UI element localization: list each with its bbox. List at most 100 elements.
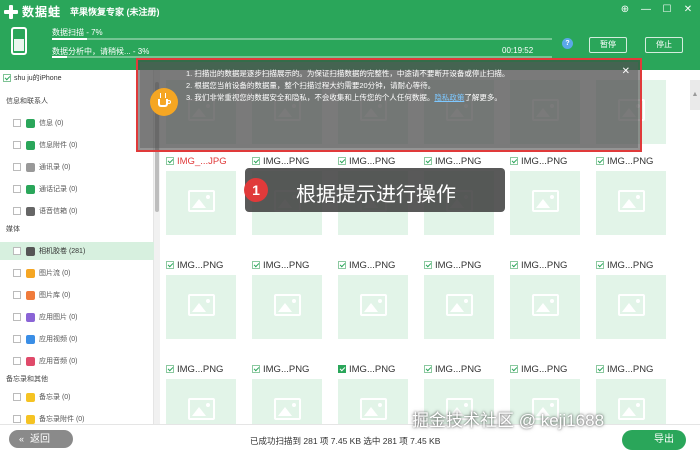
photo-checkbox[interactable] bbox=[596, 261, 604, 269]
photo-thumbnail[interactable] bbox=[596, 379, 666, 424]
minimize-icon[interactable]: — bbox=[640, 4, 652, 16]
sidebar-item-checkbox[interactable] bbox=[13, 119, 21, 127]
sidebar-item-checkbox[interactable] bbox=[13, 393, 21, 401]
help-icon[interactable]: ? bbox=[562, 38, 573, 49]
photo-checkbox[interactable] bbox=[510, 261, 518, 269]
photo-checkbox[interactable] bbox=[338, 261, 346, 269]
feedback-icon[interactable]: ⊕ bbox=[619, 4, 631, 16]
photo-checkbox[interactable] bbox=[338, 365, 346, 373]
back-button[interactable]: « 返回 bbox=[9, 430, 73, 448]
device-name: shu ju的iPhone bbox=[14, 75, 62, 82]
photo-checkbox[interactable] bbox=[510, 157, 518, 165]
photo-thumbnail[interactable] bbox=[166, 379, 236, 424]
privacy-policy-link[interactable]: 隐私政策 bbox=[434, 93, 464, 102]
sidebar-item-checkbox[interactable] bbox=[13, 335, 21, 343]
sidebar-item[interactable]: 图片库 (0) bbox=[0, 286, 154, 304]
photo-filename[interactable]: IMG...PNG bbox=[596, 155, 653, 167]
photo-thumbnail[interactable] bbox=[338, 275, 408, 339]
image-icon bbox=[188, 294, 215, 316]
photo-checkbox[interactable] bbox=[424, 157, 432, 165]
sidebar-item-checkbox[interactable] bbox=[13, 313, 21, 321]
sidebar-item[interactable]: 语音信箱 (0) bbox=[0, 202, 154, 220]
photo-filename[interactable]: IMG...PNG bbox=[510, 363, 567, 375]
sidebar-item-checkbox[interactable] bbox=[13, 269, 21, 277]
sidebar-item[interactable]: 应用音频 (0) bbox=[0, 352, 154, 370]
image-icon bbox=[188, 398, 215, 420]
photo-filename[interactable]: IMG...PNG bbox=[510, 155, 567, 167]
scan-progress-bar bbox=[52, 38, 552, 40]
photo-thumbnail[interactable] bbox=[166, 275, 236, 339]
app-name: 数据蛙 bbox=[22, 5, 62, 19]
photo-thumbnail[interactable] bbox=[596, 275, 666, 339]
photo-thumbnail[interactable] bbox=[424, 275, 494, 339]
photo-filename[interactable]: IMG...PNG bbox=[252, 363, 309, 375]
photo-thumbnail[interactable] bbox=[338, 379, 408, 424]
photo-checkbox[interactable] bbox=[252, 261, 260, 269]
photo-filename[interactable]: IMG_...JPG bbox=[166, 155, 227, 167]
scan-progress-label: 数据扫描 - 7% bbox=[52, 28, 103, 37]
photo-filename[interactable]: IMG...PNG bbox=[252, 155, 309, 167]
sidebar-item[interactable]: 应用视频 (0) bbox=[0, 330, 154, 348]
photo-filename[interactable]: IMG...PNG bbox=[338, 363, 395, 375]
photo-checkbox[interactable] bbox=[166, 365, 174, 373]
sidebar-item[interactable]: 备忘录 (0) bbox=[0, 388, 154, 406]
photo-checkbox[interactable] bbox=[596, 157, 604, 165]
photo-thumbnail[interactable] bbox=[596, 171, 666, 235]
analysis-progress-fill bbox=[52, 56, 67, 58]
photo-thumbnail[interactable] bbox=[252, 275, 322, 339]
sidebar-item[interactable]: 图片流 (0) bbox=[0, 264, 154, 282]
close-icon[interactable]: ✕ bbox=[682, 4, 694, 16]
photo-filename[interactable]: IMG...PNG bbox=[166, 259, 223, 271]
photo-thumbnail[interactable] bbox=[510, 275, 580, 339]
photo-filename[interactable]: IMG...PNG bbox=[596, 363, 653, 375]
sidebar-item-checkbox[interactable] bbox=[13, 207, 21, 215]
photo-filename[interactable]: IMG...PNG bbox=[338, 259, 395, 271]
sidebar-item-checkbox[interactable] bbox=[13, 185, 21, 193]
sidebar-item[interactable]: 应用图片 (0) bbox=[0, 308, 154, 326]
photo-filename[interactable]: IMG...PNG bbox=[166, 363, 223, 375]
photo-filename[interactable]: IMG...PNG bbox=[424, 259, 481, 271]
photo-checkbox[interactable] bbox=[338, 157, 346, 165]
photo-filename[interactable]: IMG...PNG bbox=[252, 259, 309, 271]
photo-checkbox[interactable] bbox=[510, 365, 518, 373]
sidebar-item-checkbox[interactable] bbox=[13, 291, 21, 299]
photo-thumbnail[interactable] bbox=[510, 171, 580, 235]
sidebar-item[interactable]: 相机胶卷 (281) bbox=[0, 242, 154, 260]
sidebar: shu ju的iPhone 信息和联系人 信息 (0) 信息附件 (0) 通讯录 (… bbox=[0, 70, 154, 424]
device-checkbox[interactable] bbox=[3, 74, 11, 82]
pause-button[interactable]: 暂停 bbox=[589, 37, 627, 53]
sidebar-item-checkbox[interactable] bbox=[13, 415, 21, 423]
sidebar-item-checkbox[interactable] bbox=[13, 163, 21, 171]
back-chevron-icon: « bbox=[19, 434, 25, 444]
sidebar-item[interactable]: 通话记录 (0) bbox=[0, 180, 154, 198]
photo-thumbnail[interactable] bbox=[252, 379, 322, 424]
sidebar-item-checkbox[interactable] bbox=[13, 141, 21, 149]
photo-checkbox[interactable] bbox=[596, 365, 604, 373]
photo-thumbnail[interactable] bbox=[166, 171, 236, 235]
photo-checkbox[interactable] bbox=[252, 157, 260, 165]
stop-button[interactable]: 停止 bbox=[645, 37, 683, 53]
photo-filename[interactable]: IMG...PNG bbox=[338, 155, 395, 167]
sidebar-item[interactable]: 通讯录 (0) bbox=[0, 158, 154, 176]
photo-filename[interactable]: IMG...PNG bbox=[596, 259, 653, 271]
photo-filename-label: IMG...PNG bbox=[607, 259, 654, 271]
photo-checkbox[interactable] bbox=[166, 157, 174, 165]
export-button[interactable]: 导出 bbox=[622, 430, 686, 450]
sidebar-item[interactable]: 信息 (0) bbox=[0, 114, 154, 132]
sidebar-item-checkbox[interactable] bbox=[13, 247, 21, 255]
device-row[interactable]: shu ju的iPhone bbox=[3, 73, 61, 83]
sidebar-item-checkbox[interactable] bbox=[13, 357, 21, 365]
sidebar-item-label: 语音信箱 (0) bbox=[39, 208, 78, 215]
scroll-top-button[interactable]: ▲ bbox=[690, 80, 700, 110]
photo-checkbox[interactable] bbox=[166, 261, 174, 269]
image-icon bbox=[618, 398, 645, 420]
photo-filename[interactable]: IMG...PNG bbox=[424, 155, 481, 167]
maximize-icon[interactable]: ☐ bbox=[661, 4, 673, 16]
photo-checkbox[interactable] bbox=[252, 365, 260, 373]
photo-checkbox[interactable] bbox=[424, 365, 432, 373]
photo-filename[interactable]: IMG...PNG bbox=[424, 363, 481, 375]
photo-filename[interactable]: IMG...PNG bbox=[510, 259, 567, 271]
sidebar-item[interactable]: 信息附件 (0) bbox=[0, 136, 154, 154]
photo-checkbox[interactable] bbox=[424, 261, 432, 269]
tip-close-icon[interactable]: ✕ bbox=[622, 66, 630, 77]
